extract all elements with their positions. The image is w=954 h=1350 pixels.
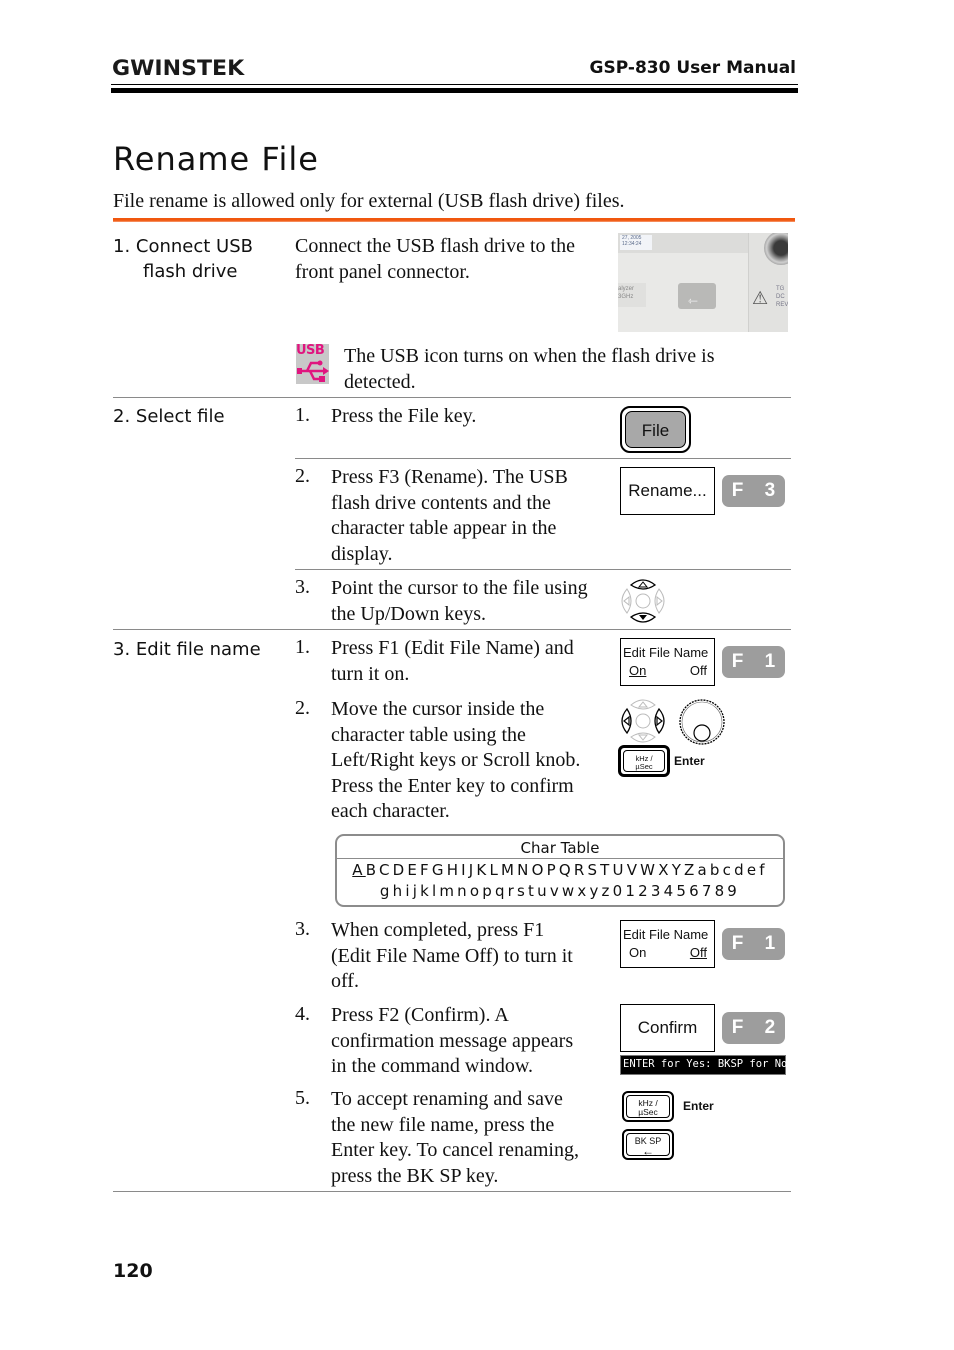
substep-text: When completed, press F1 (Edit File Name…: [331, 919, 573, 992]
left-right-keys-icon[interactable]: [619, 697, 667, 745]
substep-text: To accept renaming and save the new file…: [331, 1088, 579, 1187]
f2-key[interactable]: F 2: [722, 1012, 785, 1044]
substep-number: 1.: [295, 404, 310, 426]
char-cursor[interactable]: A: [352, 861, 365, 879]
substep-text: Press F1 (Edit File Name) and turn it on…: [331, 637, 574, 685]
usb-note-line2: detected.: [344, 370, 416, 393]
substep-text: Move the cursor inside the character tab…: [331, 698, 581, 822]
substep-number: 3.: [295, 576, 310, 598]
option-off-selected: Off: [689, 945, 707, 960]
substep-text: Press F2 (Confirm). A confirmation messa…: [331, 1004, 574, 1077]
substep-text: Point the cursor to the file using the U…: [331, 577, 588, 625]
step-1-text-line2: front panel connector.: [295, 260, 470, 283]
substep-number: 5.: [295, 1087, 310, 1109]
step-2-label: 2. Select file: [113, 406, 225, 427]
gwinstek-logo: GWINSTEK: [112, 56, 245, 80]
substep-number: 2.: [295, 465, 310, 487]
page-title: Rename File: [113, 140, 319, 178]
step-1-label-line1: 1. Connect USB: [113, 236, 253, 257]
char-table[interactable]: Char Table ABCDEFGHIJKLMNOPQRSTUVWXYZabc…: [335, 834, 785, 907]
left-arrow-icon: ←: [642, 1144, 654, 1158]
divider: [295, 569, 791, 570]
confirm-softkey[interactable]: Confirm: [620, 1004, 715, 1052]
substep-text: Press the File key.: [331, 405, 477, 427]
char-table-row-1[interactable]: ABCDEFGHIJKLMNOPQRSTUVWXYZabcdef: [337, 859, 783, 881]
scroll-knob-icon[interactable]: [677, 698, 727, 748]
file-key-label: File: [625, 411, 686, 448]
edit-file-name-softkey-off[interactable]: Edit File Name On Off: [620, 920, 715, 968]
usb-note: The USB icon turns on when the flash dri…: [344, 344, 715, 395]
header-rule-thick: [111, 88, 798, 93]
file-key-button[interactable]: File: [620, 406, 691, 453]
substep-text: Press F3 (Rename). The USB flash drive c…: [331, 466, 568, 565]
arrow-keys-icon[interactable]: [619, 577, 667, 625]
divider: [295, 458, 791, 459]
option-on-selected: On: [629, 663, 647, 678]
usb-icon: USB: [296, 343, 329, 384]
char-table-row-2[interactable]: ghijklmnopqrstuvwxyz0123456789: [337, 881, 783, 902]
divider: [113, 1191, 791, 1192]
usb-note-line1: The USB icon turns on when the flash dri…: [344, 345, 715, 367]
intro-text: File rename is allowed only for external…: [113, 190, 625, 212]
usb-port: ⇽: [678, 283, 716, 309]
header-rule-thin: [111, 84, 798, 85]
divider: [113, 629, 791, 630]
enter-key-label: Enter: [674, 754, 705, 768]
f3-key[interactable]: F 3: [722, 475, 785, 507]
step-1-label-line2: flash drive: [143, 261, 238, 282]
f1-key[interactable]: F 1: [722, 646, 785, 678]
warning-icon: ⚠: [752, 288, 769, 308]
step-1-label: 1. Connect USB flash drive: [113, 234, 253, 284]
display-corner: 27, 2005 12:34:24: [620, 235, 652, 250]
softkey-title: Edit File Name: [623, 645, 709, 660]
bksp-key[interactable]: BK SP ←: [622, 1129, 674, 1160]
page-number: 120: [113, 1260, 153, 1282]
enter-key[interactable]: kHz / µSec: [622, 1091, 674, 1122]
divider: [113, 397, 791, 398]
step-1-text-line1: Connect the USB flash drive to the: [295, 235, 575, 257]
confirmation-message: ENTER for Yes: BKSP for No:: [620, 1055, 794, 1075]
substep-number: 3.: [295, 918, 310, 940]
f1-key[interactable]: F 1: [722, 928, 785, 960]
softkey-title: Edit File Name: [623, 927, 709, 942]
step-3-label: 3. Edit file name: [113, 639, 261, 660]
rename-softkey[interactable]: Rename...: [620, 467, 715, 515]
substep-number: 1.: [295, 636, 310, 658]
substep-number: 2.: [295, 697, 310, 719]
accent-rule: [113, 218, 795, 222]
char-table-title: Char Table: [337, 836, 783, 859]
enter-key[interactable]: kHz / µSec: [618, 745, 670, 777]
option-on: On: [629, 945, 647, 960]
manual-title: GSP-830 User Manual: [589, 58, 796, 78]
front-panel-usb-port-photo: 27, 2005 12:34:24 alyzer 3GHz ⇽ ⚠ TG DC …: [618, 233, 788, 332]
substep-number: 4.: [295, 1003, 310, 1025]
option-off: Off: [689, 663, 707, 678]
edit-file-name-softkey-on[interactable]: Edit File Name On Off: [620, 638, 715, 686]
enter-key-label: Enter: [683, 1099, 714, 1113]
step-1-text: Connect the USB flash drive to the front…: [295, 234, 575, 285]
